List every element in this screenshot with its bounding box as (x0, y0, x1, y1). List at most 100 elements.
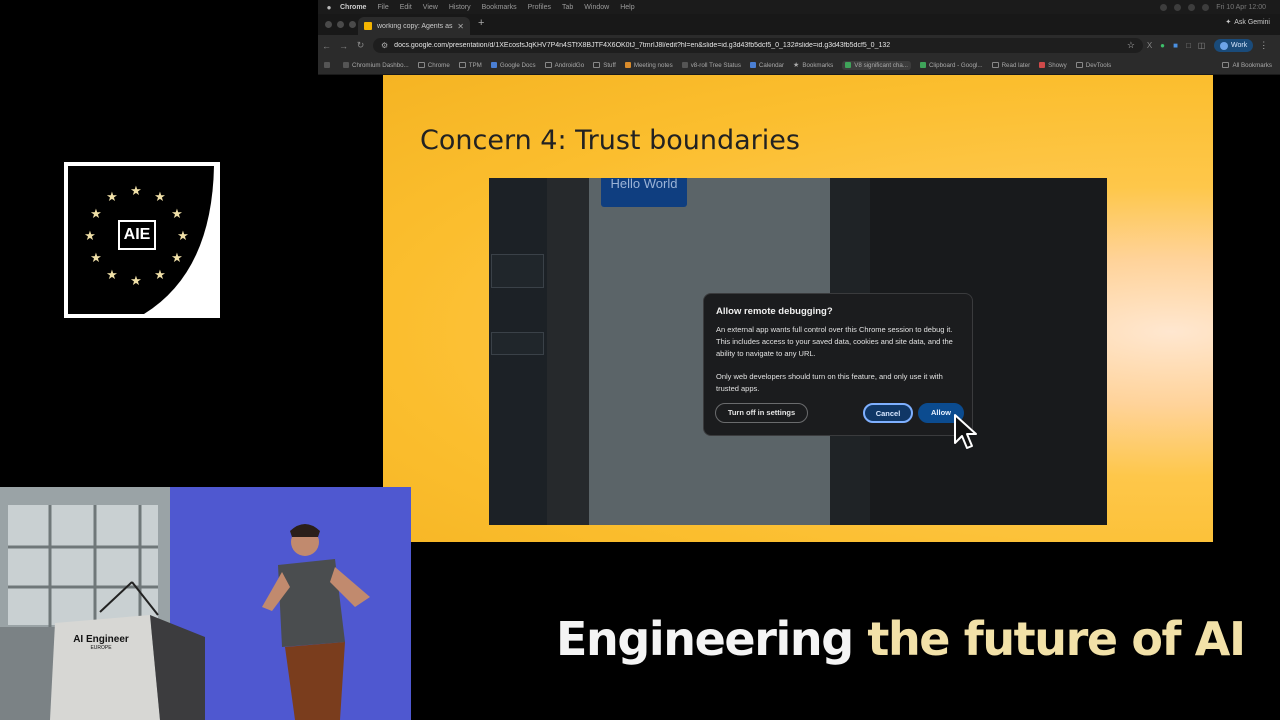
placeholder-box (491, 254, 544, 288)
ask-gemini-button[interactable]: ✦ Ask Gemini (1225, 18, 1270, 27)
speaker-video: AI Engineer EUROPE (0, 487, 411, 720)
bookmarks-bar: Chromium Dashbo... Chrome TPM Google Doc… (318, 56, 1280, 75)
speaker-video-frame (0, 487, 411, 720)
dialog-warning: Only web developers should turn on this … (716, 372, 943, 393)
menu-file[interactable]: File (377, 4, 388, 11)
extensions-puzzle-icon[interactable]: □ (1182, 41, 1195, 50)
panel (547, 178, 589, 525)
profile-label: Work (1231, 42, 1248, 49)
close-tab-icon[interactable]: ✕ (457, 22, 464, 31)
status-icon[interactable] (1174, 3, 1182, 11)
bookmark-item[interactable]: ★ Bookmarks (793, 61, 833, 70)
minimize-window-icon[interactable] (337, 21, 344, 28)
banner-text-primary: Engineering (556, 612, 854, 666)
bookmark-item[interactable]: Meeting notes (624, 62, 673, 69)
bookmark-item[interactable]: V8 significant cha... (842, 60, 911, 70)
notes-icon (624, 62, 631, 68)
bookmark-item[interactable]: DevTools (1075, 62, 1111, 69)
extension-icon[interactable]: ● (1156, 41, 1169, 50)
ask-gemini-label: Ask Gemini (1234, 18, 1270, 26)
menu-tab[interactable]: Tab (562, 4, 573, 11)
cancel-button[interactable]: Cancel (863, 403, 913, 423)
bookmark-label: V8 significant cha... (854, 61, 908, 69)
forward-icon[interactable]: → (335, 41, 352, 51)
gemini-icon: ✦ (1225, 19, 1232, 26)
tab-title: working copy: Agents as use (377, 22, 453, 30)
apple-icon[interactable]: ● (318, 3, 340, 12)
address-bar[interactable]: ⚙ docs.google.com/presentation/d/1XEcosf… (373, 38, 1143, 53)
docs-icon (490, 62, 497, 68)
status-icon[interactable] (1188, 3, 1196, 11)
folder-icon (1075, 62, 1083, 68)
bookmark-item[interactable]: Clipboard - Googl... (919, 62, 983, 69)
site-info-icon[interactable]: ⚙ (381, 41, 388, 50)
maximize-window-icon[interactable] (349, 21, 356, 28)
status-area: Fri 10 Apr 12:00 (1160, 3, 1266, 11)
chrome-window: ● Chrome File Edit View History Bookmark… (318, 0, 1280, 75)
dialog-body: An external app wants full control over … (716, 325, 953, 358)
star-icon: ★ (154, 190, 166, 205)
back-icon[interactable]: ← (318, 41, 335, 51)
extension-icon[interactable]: ■ (1169, 41, 1182, 50)
menu-help[interactable]: Help (620, 4, 634, 11)
menu-chrome[interactable]: Chrome (340, 4, 366, 11)
star-icon: ★ (154, 268, 166, 283)
folder-icon (544, 62, 552, 68)
aie-logo: ★ ★ ★ ★ ★ ★ ★ ★ ★ ★ ★ ★ AIE (64, 162, 220, 318)
avatar (1220, 41, 1228, 50)
bookmark-item[interactable]: Chromium Dashbo... (343, 62, 409, 69)
menu-bookmarks[interactable]: Bookmarks (482, 4, 517, 11)
folder-icon (417, 62, 425, 68)
sheets-icon (919, 62, 926, 68)
star-icon: ★ (171, 251, 183, 266)
reload-icon[interactable]: ↻ (352, 40, 369, 51)
bookmark-item[interactable]: Chrome (417, 62, 450, 69)
showy-icon (1039, 62, 1046, 68)
sheets-icon (845, 62, 852, 68)
turn-off-in-settings-button[interactable]: Turn off in settings (715, 403, 808, 423)
bookmark-item[interactable]: TPM (458, 62, 482, 69)
macos-menubar: ● Chrome File Edit View History Bookmark… (318, 0, 1280, 14)
bookmark-item[interactable]: Showy (1039, 62, 1067, 69)
star-icon: ★ (793, 62, 800, 69)
menu-history[interactable]: History (449, 4, 471, 11)
status-icon[interactable] (1160, 3, 1168, 11)
folder-icon (991, 62, 999, 68)
apps-icon[interactable] (324, 62, 333, 68)
close-window-icon[interactable] (325, 21, 332, 28)
bookmark-item[interactable]: Stuff (593, 62, 616, 69)
star-icon: ★ (106, 268, 118, 283)
new-tab-icon[interactable]: + (478, 17, 484, 29)
slide-title: Concern 4: Trust boundaries (420, 125, 800, 156)
menu-edit[interactable]: Edit (400, 4, 412, 11)
tree-status-icon (681, 62, 688, 68)
tab-slides[interactable]: working copy: Agents as use ✕ (358, 17, 470, 35)
menu-view[interactable]: View (423, 4, 438, 11)
menu-profiles[interactable]: Profiles (528, 4, 551, 11)
conference-banner: Engineering the future of AI (556, 612, 1246, 666)
extension-icon[interactable]: X (1143, 41, 1156, 50)
bookmark-star-icon[interactable]: ☆ (1127, 40, 1135, 51)
side-panel-icon[interactable]: ◫ (1195, 41, 1208, 50)
all-bookmarks[interactable]: All Bookmarks (1222, 62, 1272, 69)
bookmark-item[interactable]: AndroidGo (544, 62, 584, 69)
all-bookmarks-label: All Bookmarks (1232, 61, 1272, 69)
profile-button[interactable]: Work (1214, 39, 1254, 52)
more-menu-icon[interactable]: ⋮ (1259, 40, 1268, 51)
banner-text-accent: the future of AI (867, 612, 1246, 666)
chromium-icon (343, 62, 349, 68)
folder-icon (1222, 62, 1230, 68)
bookmark-item[interactable]: Read later (991, 62, 1030, 69)
url-text[interactable]: docs.google.com/presentation/d/1XEcosfsJ… (394, 42, 1127, 49)
embedded-screenshot: Hello World Allow remote debugging? An e… (489, 178, 1107, 525)
bookmark-item[interactable]: v8-roll Tree Status (681, 62, 741, 69)
menubar-clock[interactable]: Fri 10 Apr 12:00 (1216, 4, 1266, 11)
bookmark-item[interactable]: Calendar (749, 62, 784, 69)
wifi-icon[interactable] (1202, 3, 1210, 11)
menu-window[interactable]: Window (584, 4, 609, 11)
bookmark-item[interactable]: Google Docs (490, 62, 536, 69)
slides-favicon-icon (364, 22, 372, 30)
star-icon: ★ (177, 229, 189, 244)
podium-sign: AI Engineer EUROPE (62, 634, 140, 651)
mouse-cursor-icon (954, 414, 977, 449)
